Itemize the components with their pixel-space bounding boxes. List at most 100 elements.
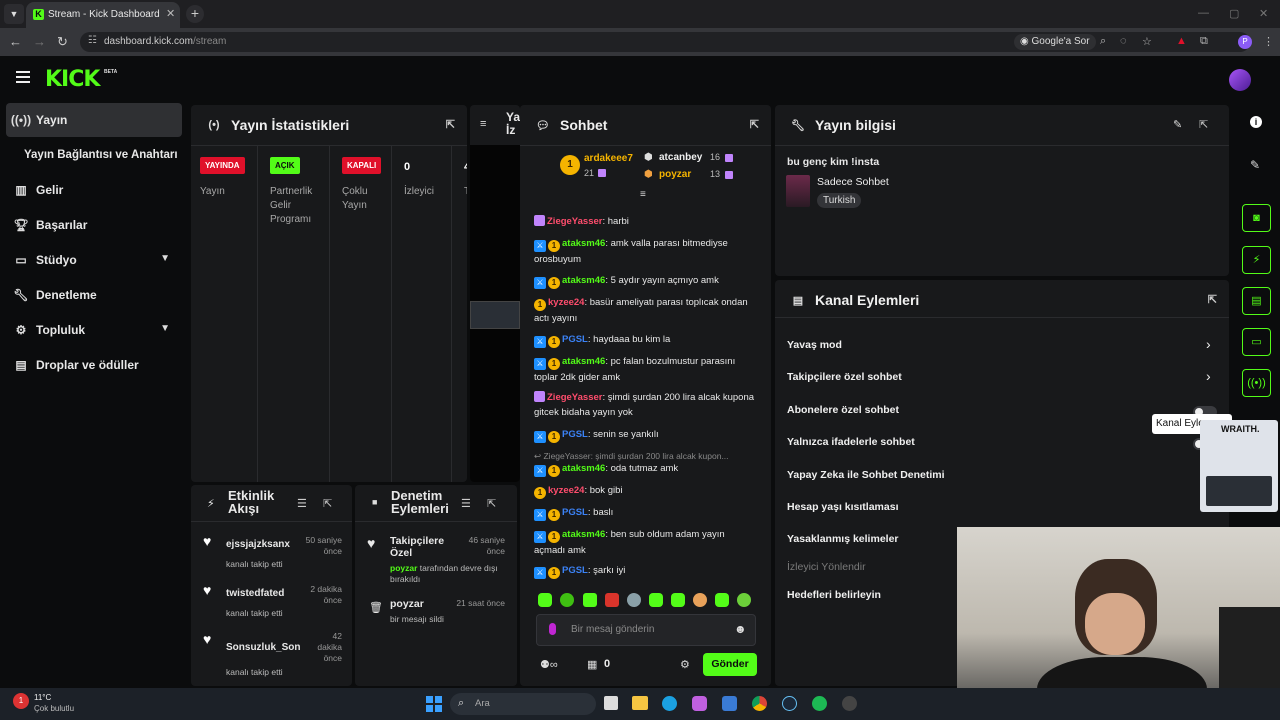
mod-action-title[interactable]: poyzar — [390, 598, 424, 610]
store-icon[interactable]: ▦ — [587, 658, 597, 671]
menu-icon[interactable] — [16, 71, 30, 73]
browser-menu-icon[interactable]: ⋮ — [1263, 35, 1274, 48]
site-info-icon[interactable]: ☷ — [88, 35, 97, 46]
category-name[interactable]: Sadece Sohbet — [817, 176, 889, 188]
chat-username[interactable]: ZiegeYasser — [547, 392, 602, 403]
google-lens-button[interactable]: ◉ Google'a Sor — [1014, 34, 1096, 50]
chat-username[interactable]: PGSL — [562, 507, 588, 518]
rail-camera-icon[interactable]: ◙ — [1242, 204, 1271, 232]
channel-action-emotes-only[interactable]: Yalnızca ifadelerle sohbet — [787, 436, 915, 448]
sidebar-item-droplar[interactable]: ▤ Droplar ve ödüller — [6, 348, 182, 382]
emoji-icon[interactable]: ☻ — [734, 622, 747, 636]
activity-user[interactable]: ejssjajzksanx — [226, 539, 290, 550]
chat-username[interactable]: PGSL — [562, 565, 588, 576]
chevron-right-icon[interactable]: › — [1206, 368, 1211, 384]
zoom-icon[interactable]: ⌕ — [1100, 35, 1106, 48]
rail-bolt-icon[interactable]: ⚡︎ — [1242, 246, 1271, 274]
kick-logo[interactable]: KICK — [45, 67, 100, 92]
popout-icon[interactable]: ⇱ — [750, 118, 759, 131]
channel-action-followers-only[interactable]: Takipçilere özel sohbet — [787, 371, 902, 383]
sidebar-item-basarilar[interactable]: 🏆︎ Başarılar — [6, 208, 182, 242]
sidebar-item-gelir[interactable]: ▥ Gelir — [6, 173, 182, 207]
taskbar-search[interactable]: ⌕ Ara — [450, 693, 596, 715]
copilot-icon[interactable] — [692, 696, 707, 711]
popout-icon[interactable]: ⇱ — [446, 118, 455, 131]
rail-chat-icon[interactable]: ▭ — [1242, 328, 1271, 356]
chat-username[interactable]: ataksm46 — [562, 463, 605, 474]
leader-name[interactable]: ardakeee7 — [584, 153, 633, 164]
close-tab-icon[interactable]: ✕ — [166, 7, 175, 20]
emote-icon[interactable] — [671, 593, 685, 607]
sidebar-item-topluluk[interactable]: ⚙ Topluluk ▼ — [6, 313, 182, 347]
profile-avatar[interactable]: P — [1238, 35, 1252, 49]
extension-icon[interactable]: ▲ — [1176, 35, 1187, 47]
sidebar-item-denetleme[interactable]: 🔧︎ Denetleme — [6, 278, 182, 312]
sidebar-item-studyo[interactable]: ▭ Stüdyo ▼ — [6, 243, 182, 277]
leader-name[interactable]: atcanbey — [659, 152, 702, 163]
sidebar-item-yayin[interactable]: ((•)) Yayın — [6, 103, 182, 137]
chat-username[interactable]: ataksm46 — [562, 275, 605, 286]
weather-icon[interactable]: 1 — [13, 693, 29, 709]
minimize-icon[interactable]: — — [1198, 7, 1209, 19]
chat-username[interactable]: ZiegeYasser — [547, 216, 602, 227]
activity-user[interactable]: Sonsuzluk_Son — [226, 642, 300, 653]
sidebar-item-stream-key[interactable]: Yayın Bağlantısı ve Anahtarı — [24, 138, 200, 172]
mod-action-user[interactable]: poyzar — [390, 563, 417, 573]
emote-icon[interactable] — [737, 593, 751, 607]
channel-action-slow-mode[interactable]: Yavaş mod — [787, 339, 842, 351]
chat-username[interactable]: ataksm46 — [562, 356, 605, 367]
filter-icon[interactable]: ☰ — [297, 497, 307, 510]
channel-action-subscribers-only[interactable]: Abonelere özel sohbet — [787, 404, 899, 416]
mic-icon[interactable] — [549, 623, 556, 635]
popout-icon[interactable]: ⇱ — [1199, 118, 1208, 131]
emote-icon[interactable] — [560, 593, 574, 607]
chat-username[interactable]: PGSL — [562, 429, 588, 440]
edit-pencil-icon[interactable]: ✎ — [1173, 118, 1182, 131]
emote-icon[interactable] — [538, 593, 552, 607]
chat-username[interactable]: ataksm46 — [562, 529, 605, 540]
chat-input[interactable]: Bir mesaj gönderin ☻ — [536, 614, 756, 646]
obs-icon[interactable] — [842, 696, 857, 711]
tab-search-icon[interactable]: ▼ — [4, 4, 24, 24]
popout-icon[interactable]: ⇱ — [323, 497, 332, 510]
maximize-icon[interactable]: ▢ — [1229, 7, 1239, 20]
edge-icon[interactable] — [662, 696, 677, 711]
category-thumbnail[interactable] — [786, 175, 810, 207]
send-button[interactable]: Gönder — [703, 653, 757, 676]
chat-username[interactable]: kyzee24 — [548, 297, 584, 308]
forward-icon[interactable]: → — [33, 34, 46, 49]
extensions-puzzle-icon[interactable]: ⧉ — [1200, 35, 1208, 48]
channel-action-goals[interactable]: Hedefleri belirleyin — [787, 589, 881, 601]
file-explorer-icon[interactable] — [632, 696, 648, 710]
rail-doc-icon[interactable]: ▤ — [1242, 287, 1271, 315]
emote-icon[interactable] — [649, 593, 663, 607]
browser-tab[interactable]: K Stream - Kick Dashboard ✕ — [26, 2, 180, 28]
chatters-icon[interactable]: ⚉∞ — [540, 658, 558, 671]
reload-icon[interactable]: ↻ — [57, 34, 68, 50]
emote-icon[interactable] — [693, 593, 707, 607]
close-window-icon[interactable]: ✕ — [1259, 7, 1268, 20]
bookmark-star-icon[interactable]: ☆ — [1142, 35, 1152, 48]
emote-icon[interactable] — [605, 593, 619, 607]
spotify-icon[interactable] — [812, 696, 827, 711]
emote-icon[interactable] — [715, 593, 729, 607]
info-icon[interactable]: i — [1250, 116, 1262, 128]
user-avatar[interactable] — [1229, 69, 1251, 91]
popout-icon[interactable]: ⇱ — [487, 497, 496, 510]
channel-action-ai-moderation[interactable]: Yapay Zeka ile Sohbet Denetimi — [787, 469, 945, 481]
video-preview[interactable] — [470, 145, 520, 482]
popout-icon[interactable]: ⇱ — [1208, 293, 1217, 306]
filter-icon[interactable]: ☰ — [461, 497, 471, 510]
activity-user[interactable]: twistedfated — [226, 588, 284, 599]
steam-icon[interactable] — [782, 696, 797, 711]
chrome-icon[interactable] — [752, 696, 767, 711]
edit-pencil-icon[interactable]: ✎ — [1250, 158, 1260, 172]
chat-username[interactable]: kyzee24 — [548, 485, 584, 496]
windows-start-icon[interactable] — [426, 696, 442, 712]
leader-name[interactable]: poyzar — [659, 169, 691, 180]
chat-username[interactable]: PGSL — [562, 334, 588, 345]
new-tab-icon[interactable]: + — [186, 5, 204, 23]
eye-off-icon[interactable]: ◌ — [1120, 35, 1127, 47]
channel-action-banned-words[interactable]: Yasaklanmış kelimeler — [787, 533, 899, 545]
back-icon[interactable]: ← — [9, 34, 22, 49]
